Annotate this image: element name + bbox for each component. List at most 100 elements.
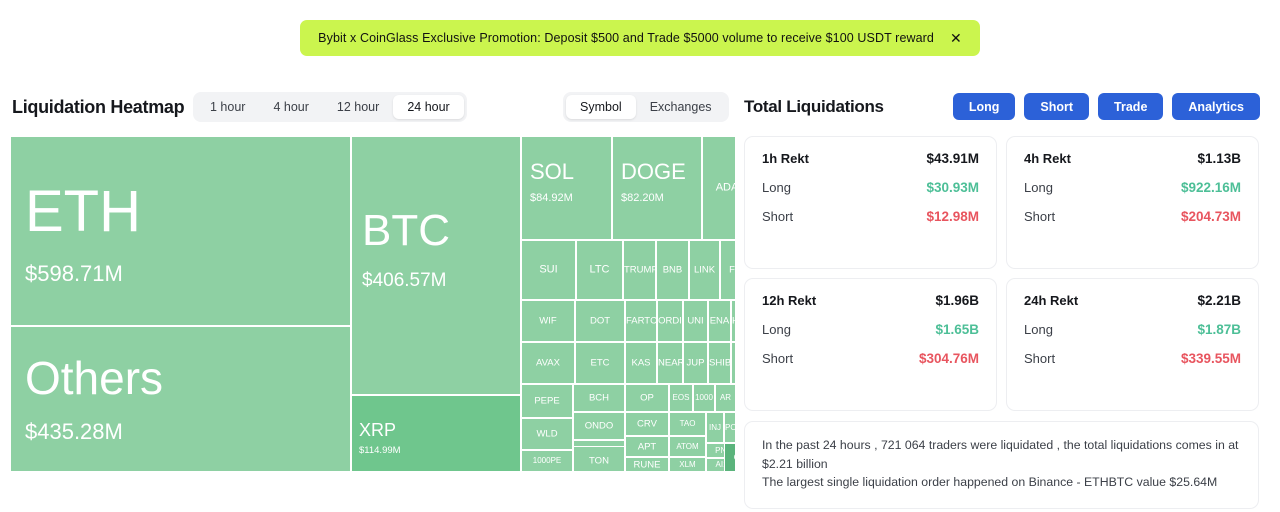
treemap-tile-inj[interactable]: INJ	[706, 412, 724, 443]
tile-symbol: TIA	[732, 358, 735, 368]
treemap-tile-ena[interactable]: ENA	[708, 300, 731, 342]
treemap-tile-pol[interactable]: POL	[724, 412, 735, 443]
short-label: Short	[1024, 351, 1055, 366]
treemap-tile-op[interactable]: OP	[625, 384, 669, 412]
tile-symbol: TRUMP	[624, 265, 655, 275]
treemap-tile-jup[interactable]: JUP	[683, 342, 708, 384]
summary-line-1: In the past 24 hours , 721 064 traders w…	[762, 436, 1241, 473]
rekt-card-12h[interactable]: 12h Rekt $1.96B Long $1.65B Short $304.7…	[744, 278, 997, 411]
long-value: $1.87B	[1197, 322, 1241, 337]
treemap-tile-rune[interactable]: RUNE	[625, 457, 669, 472]
treemap-tile-fartcoin[interactable]: FARTCOIN	[625, 300, 657, 342]
treemap-tile-tao[interactable]: TAO	[669, 412, 706, 436]
treemap-tile-crv[interactable]: CRV	[625, 412, 669, 436]
treemap-tile-uni[interactable]: UNI	[683, 300, 708, 342]
short-value: $339.55M	[1181, 351, 1241, 366]
long-value: $922.16M	[1181, 180, 1241, 195]
treemap-tile-1000[interactable]: 1000	[693, 384, 715, 412]
card-long-row: Long $1.87B	[1024, 322, 1241, 337]
tile-symbol: LTC	[577, 265, 622, 276]
promo-banner[interactable]: Bybit x CoinGlass Exclusive Promotion: D…	[300, 20, 980, 56]
page-title: Liquidation Heatmap	[12, 88, 184, 126]
treemap-tile-atom[interactable]: ATOM	[669, 436, 706, 457]
treemap-tile-ltc[interactable]: LTC	[576, 240, 623, 300]
treemap-tile-fil[interactable]: FIL	[720, 240, 735, 300]
treemap-tile-eos[interactable]: EOS	[669, 384, 693, 412]
card-total: $2.21B	[1197, 293, 1241, 308]
treemap-tile-hbar[interactable]: HBAR	[731, 300, 735, 342]
rekt-card-24h[interactable]: 24h Rekt $2.21B Long $1.87B Short $339.5…	[1006, 278, 1259, 411]
tab-1-hour[interactable]: 1 hour	[196, 95, 259, 119]
treemap-tile-wif[interactable]: WIF	[521, 300, 575, 342]
treemap-tile-link[interactable]: LINK	[689, 240, 720, 300]
treemap-tile-ar[interactable]: AR	[715, 384, 735, 412]
treemap-tile-1000pe[interactable]: 1000PE	[521, 450, 573, 472]
treemap-tile-wld[interactable]: WLD	[521, 418, 573, 450]
tile-value: $435.28M	[25, 421, 123, 443]
tile-symbol: POL	[725, 424, 735, 432]
short-label: Short	[762, 351, 793, 366]
promo-banner-text: Bybit x CoinGlass Exclusive Promotion: D…	[318, 31, 934, 45]
treemap-tile-sui[interactable]: SUI	[521, 240, 576, 300]
treemap-tile-xlm[interactable]: XLM	[669, 457, 706, 472]
treemap-tile-eth[interactable]: ETH $598.71M	[10, 136, 351, 326]
treemap-tile-trump[interactable]: TRUMP	[623, 240, 656, 300]
treemap-tile-ondo[interactable]: ONDO	[573, 412, 625, 440]
treemap-tile-doge[interactable]: DOGE $82.20M	[612, 136, 702, 240]
tile-symbol: XRP	[359, 421, 396, 439]
tab-24-hour[interactable]: 24 hour	[393, 95, 463, 119]
short-label: Short	[1024, 209, 1055, 224]
rekt-card-1h[interactable]: 1h Rekt $43.91M Long $30.93M Short $12.9…	[744, 136, 997, 269]
treemap-tile-ga[interactable]: GA	[724, 443, 735, 472]
treemap-tile-bch[interactable]: BCH	[573, 384, 625, 412]
treemap-tile-ordi[interactable]: ORDI	[657, 300, 683, 342]
long-button[interactable]: Long	[953, 93, 1016, 120]
tab-12-hour[interactable]: 12 hour	[323, 95, 393, 119]
treemap-tile-bnb[interactable]: BNB	[656, 240, 689, 300]
tile-value: $84.92M	[530, 193, 573, 204]
treemap-tile-ada[interactable]: ADA	[702, 136, 735, 240]
treemap-tile-ton[interactable]: TON	[573, 446, 625, 472]
treemap-tile-tia[interactable]: TIA	[731, 342, 735, 384]
tab-exchanges[interactable]: Exchanges	[636, 95, 726, 119]
tile-symbol: WIF	[522, 316, 574, 326]
tile-symbol: UNI	[684, 316, 707, 326]
tile-symbol: BNB	[657, 265, 688, 275]
treemap-tile-btc[interactable]: BTC $406.57M	[351, 136, 521, 395]
tile-symbol: TON	[574, 457, 624, 467]
rekt-card-4h[interactable]: 4h Rekt $1.13B Long $922.16M Short $204.…	[1006, 136, 1259, 269]
treemap-tile-dot[interactable]: DOT	[575, 300, 625, 342]
treemap-tile-shib[interactable]: SHIB	[708, 342, 731, 384]
tile-symbol: WLD	[522, 429, 572, 439]
tile-value: $406.57M	[362, 271, 447, 290]
tile-symbol: AVAX	[522, 358, 574, 368]
card-total: $43.91M	[926, 151, 979, 166]
card-title: 24h Rekt	[1024, 293, 1078, 308]
tab-4-hour[interactable]: 4 hour	[259, 95, 322, 119]
long-value: $1.65B	[935, 322, 979, 337]
analytics-button[interactable]: Analytics	[1172, 93, 1260, 120]
treemap-tile-apt[interactable]: APT	[625, 436, 669, 457]
tile-value: $598.71M	[25, 263, 123, 285]
treemap-tile-pepe[interactable]: PEPE	[521, 384, 573, 418]
close-icon[interactable]: ✕	[950, 31, 962, 45]
tile-value: $82.20M	[621, 193, 664, 204]
treemap-tile-xrp[interactable]: XRP $114.99M	[351, 395, 521, 472]
treemap-tile-sol[interactable]: SOL $84.92M	[521, 136, 612, 240]
treemap-tile-avax[interactable]: AVAX	[521, 342, 575, 384]
tab-symbol[interactable]: Symbol	[566, 95, 636, 119]
long-label: Long	[762, 322, 791, 337]
summary-card: In the past 24 hours , 721 064 traders w…	[744, 421, 1259, 509]
card-short-row: Short $304.76M	[762, 351, 979, 366]
treemap-tile-kas[interactable]: KAS	[625, 342, 657, 384]
tile-symbol: ADA	[703, 183, 735, 194]
tile-symbol: HBAR	[732, 316, 735, 326]
promo-banner-container: Bybit x CoinGlass Exclusive Promotion: D…	[0, 20, 1280, 56]
treemap-tile-others[interactable]: Others $435.28M	[10, 326, 351, 472]
tile-symbol: ONDO	[574, 421, 624, 431]
treemap-tile-near[interactable]: NEAR	[657, 342, 683, 384]
short-button[interactable]: Short	[1024, 93, 1089, 120]
action-button-group: Long Short Trade Analytics	[953, 93, 1260, 120]
treemap-tile-etc[interactable]: ETC	[575, 342, 625, 384]
trade-button[interactable]: Trade	[1098, 93, 1163, 120]
